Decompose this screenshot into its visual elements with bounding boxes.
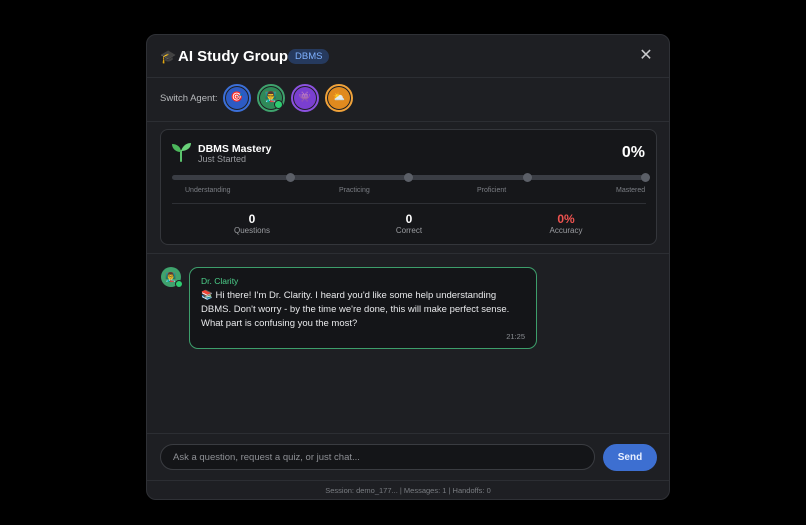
online-indicator — [175, 280, 183, 288]
stat-label: Correct — [395, 226, 423, 235]
stat-label: Accuracy — [549, 226, 583, 235]
chat-input[interactable] — [160, 444, 595, 470]
message-sender: Dr. Clarity — [201, 276, 239, 286]
mastery-status: Just Started — [198, 154, 247, 164]
stage-marker — [641, 173, 650, 182]
mastery-progress-bar — [172, 173, 650, 182]
agent-avatar: 👨‍🏫 — [161, 267, 183, 288]
message-time: 21:25 — [506, 332, 525, 341]
agent-button-target[interactable]: 🎯 — [223, 84, 251, 112]
stage-marker — [404, 173, 413, 182]
stat-correct: 0 Correct — [369, 212, 449, 236]
close-button[interactable]: ✕ — [637, 47, 655, 65]
mastery-percent: 0% — [621, 144, 645, 161]
session-footer: Session: demo_177... | Messages: 1 | Han… — [147, 480, 669, 499]
stage-label-proficient: Proficient — [477, 187, 507, 194]
stage-marker — [523, 173, 532, 182]
stat-value: 0 — [405, 212, 413, 226]
study-group-modal: 🎓 AI Study Group DBMS ✕ Switch Agent: 🎯 … — [146, 34, 670, 500]
subject-badge: DBMS — [288, 49, 330, 64]
stat-accuracy: 0% Accuracy — [526, 212, 606, 236]
mastery-divider — [172, 203, 646, 204]
stage-label-practicing: Practicing — [339, 187, 370, 194]
active-indicator — [274, 100, 283, 109]
message-text: 📚 Hi there! I'm Dr. Clarity. I heard you… — [201, 290, 510, 329]
send-button[interactable]: Send — [603, 444, 657, 471]
mastery-card: DBMS Mastery Just Started 0% Understandi… — [160, 129, 657, 245]
stage-marker — [286, 173, 295, 182]
agent-button-monster[interactable]: 👾 — [291, 84, 319, 112]
sun-behind-cloud-icon: ⛅ — [328, 87, 350, 109]
stage-label-mastered: Mastered — [616, 187, 646, 194]
agent-switcher: Switch Agent: 🎯 👨‍🏫 👾 ⛅ — [147, 78, 669, 122]
stat-label: Questions — [233, 226, 271, 235]
stage-label-understanding: Understanding — [185, 187, 231, 194]
switch-agent-label: Switch Agent: — [160, 93, 218, 104]
modal-header: 🎓 AI Study Group DBMS ✕ — [147, 35, 669, 78]
agent-button-teacher[interactable]: 👨‍🏫 — [257, 84, 285, 112]
seedling-icon — [172, 143, 191, 162]
stat-value: 0 — [248, 212, 256, 226]
stat-value: 0% — [557, 212, 575, 226]
modal-title: AI Study Group — [178, 48, 288, 65]
chat-input-bar: Send — [147, 433, 669, 480]
close-icon: ✕ — [639, 47, 653, 64]
chat-message: Dr. Clarity 📚 Hi there! I'm Dr. Clarity.… — [189, 267, 537, 349]
target-icon: 🎯 — [226, 87, 248, 109]
chat-messages[interactable]: 👨‍🏫 Dr. Clarity 📚 Hi there! I'm Dr. Clar… — [147, 253, 669, 433]
agent-button-sun[interactable]: ⛅ — [325, 84, 353, 112]
monster-icon: 👾 — [294, 87, 316, 109]
graduation-cap-icon: 🎓 — [160, 49, 177, 64]
stat-questions: 0 Questions — [212, 212, 292, 236]
